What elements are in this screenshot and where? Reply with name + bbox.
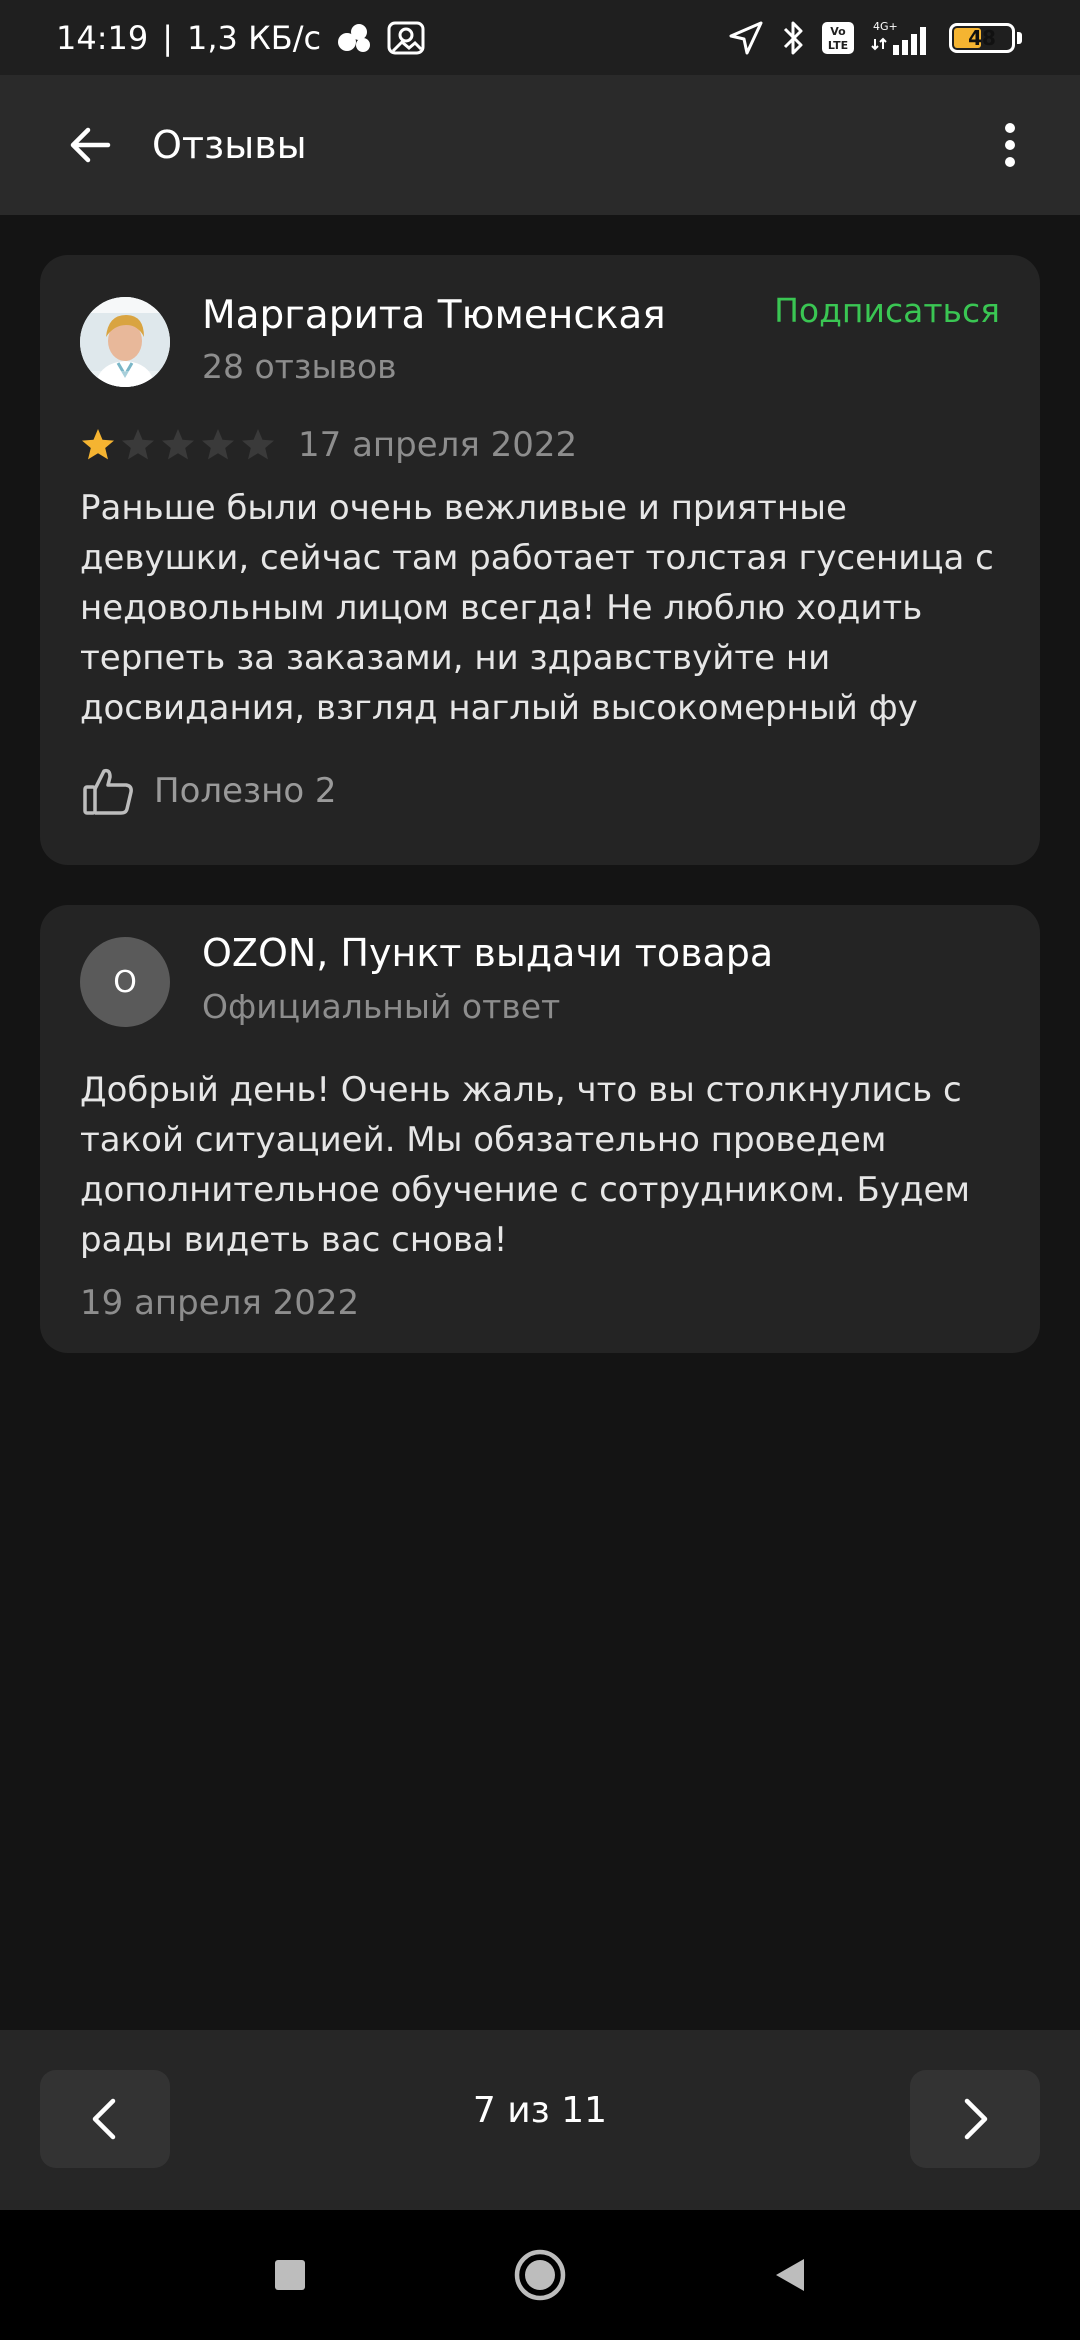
back-button[interactable] bbox=[40, 95, 140, 195]
volte-icon: Vo LTE bbox=[821, 21, 855, 55]
thumbs-up-icon bbox=[83, 768, 133, 815]
avatar[interactable] bbox=[80, 297, 170, 387]
author-reviews-count: 28 отзывов bbox=[202, 347, 397, 386]
status-separator: | bbox=[162, 18, 173, 57]
gallery-icon bbox=[387, 21, 425, 55]
star-empty-icon bbox=[122, 429, 154, 460]
status-right: Vo LTE 4G+ 48 bbox=[727, 19, 1022, 57]
review-text[interactable]: Раньше были очень вежливые и приятные де… bbox=[80, 483, 1000, 733]
user-photo-icon bbox=[80, 297, 170, 387]
signal-icon: 4G+ bbox=[871, 19, 933, 57]
next-review-button[interactable] bbox=[910, 2070, 1040, 2168]
pagination-bar: 7 из 11 bbox=[0, 2030, 1080, 2210]
back-nav-button[interactable] bbox=[750, 2235, 830, 2315]
status-bar: 14:19 | 1,3 КБ/с Vo LTE 4G+ 48 bbox=[0, 0, 1080, 75]
recents-button[interactable] bbox=[250, 2235, 330, 2315]
status-speed: 1,3 КБ/с bbox=[187, 18, 322, 57]
author-name[interactable]: Маргарита Тюменская bbox=[202, 293, 666, 338]
org-avatar: О bbox=[80, 937, 170, 1027]
star-empty-icon bbox=[162, 429, 194, 460]
page-title: Отзывы bbox=[152, 123, 307, 167]
useful-label: Полезно 2 bbox=[154, 771, 337, 811]
battery-level: 48 bbox=[968, 25, 996, 50]
home-button[interactable] bbox=[500, 2235, 580, 2315]
bubbles-icon bbox=[335, 23, 373, 53]
reply-text: Добрый день! Очень жаль, что вы столкнул… bbox=[80, 1070, 971, 1260]
battery-icon: 48 bbox=[949, 22, 1022, 53]
review-card: Маргарита Тюменская 28 отзывов Подписать… bbox=[40, 255, 1040, 865]
bluetooth-icon bbox=[781, 19, 805, 57]
more-vertical-icon bbox=[1005, 123, 1015, 167]
official-reply-label: Официальный ответ bbox=[202, 987, 561, 1026]
rating-row: 17 апреля 2022 bbox=[80, 425, 577, 465]
status-time: 14:19 bbox=[56, 18, 149, 57]
review-date: 17 апреля 2022 bbox=[298, 425, 578, 465]
useful-button[interactable]: Полезно 2 bbox=[80, 763, 337, 819]
rating-stars bbox=[80, 427, 276, 463]
more-options-button[interactable] bbox=[970, 95, 1050, 195]
svg-text:Vo: Vo bbox=[830, 25, 846, 38]
subscribe-button[interactable]: Подписаться bbox=[774, 291, 1000, 330]
star-filled-icon bbox=[82, 429, 114, 460]
system-nav-bar bbox=[0, 2210, 1080, 2340]
location-icon bbox=[727, 19, 765, 57]
arrow-left-icon bbox=[70, 127, 111, 163]
chevron-right-icon bbox=[964, 2098, 988, 2140]
app-bar: Отзывы bbox=[0, 75, 1080, 215]
svg-text:LTE: LTE bbox=[828, 39, 848, 52]
triangle-back-icon bbox=[776, 2259, 804, 2291]
square-icon bbox=[275, 2260, 305, 2290]
star-empty-icon bbox=[202, 429, 234, 460]
battery-tip bbox=[1017, 31, 1022, 44]
org-name: OZON, Пункт выдачи товара bbox=[202, 931, 774, 975]
circle-icon bbox=[514, 2249, 566, 2301]
battery-body: 48 bbox=[949, 22, 1015, 53]
star-empty-icon bbox=[242, 429, 274, 460]
reply-card: О OZON, Пункт выдачи товара Официальный … bbox=[40, 905, 1040, 1353]
network-type: 4G+ bbox=[873, 20, 898, 33]
reply-date: 19 апреля 2022 bbox=[80, 1283, 360, 1323]
status-left: 14:19 | 1,3 КБ/с bbox=[56, 19, 425, 57]
